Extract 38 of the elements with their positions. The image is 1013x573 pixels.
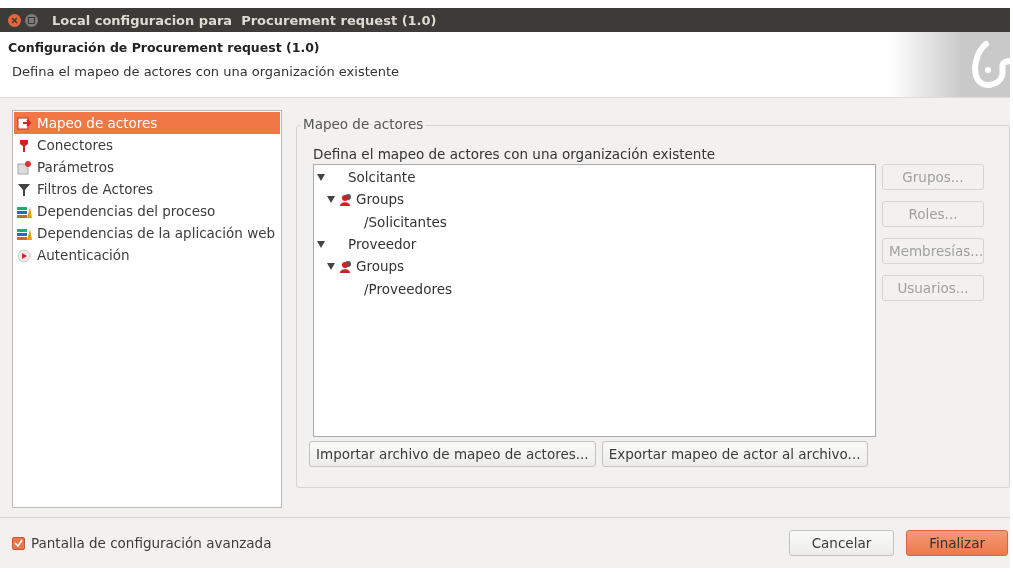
checkbox[interactable] [12, 536, 25, 550]
maximize-button[interactable] [25, 13, 38, 27]
maximize-icon [28, 16, 35, 24]
cancel-button[interactable]: Cancelar [788, 530, 895, 556]
sidebar-item[interactable]: Autenticación [14, 244, 280, 266]
people-icon [339, 258, 354, 274]
tree-item[interactable]: Proveedor [348, 236, 417, 253]
expanded-arrow-icon[interactable] [317, 173, 325, 182]
expanded-arrow-icon[interactable] [327, 195, 335, 204]
sidebar-item[interactable]: Parámetros [14, 156, 280, 178]
people-icon [339, 191, 354, 207]
group-title: Mapeo de actores [301, 116, 426, 132]
document-icon [17, 159, 32, 175]
funnel-icon [17, 181, 32, 197]
tree-item[interactable]: Solcitante [348, 169, 416, 186]
page-description: Defina el mapeo de actores con una organización existente [11, 64, 401, 79]
window-title: Local configuracion para Procurement request (1.0) [52, 12, 437, 28]
tree-item[interactable]: Groups [356, 191, 405, 208]
sidebar-item[interactable]: Conectores [14, 134, 280, 156]
tree-item[interactable]: /Proveedores [364, 280, 452, 297]
close-button[interactable] [8, 13, 21, 27]
play-icon [17, 247, 32, 263]
group-description: Defina el mapeo de actores con una organización existente [313, 146, 716, 162]
checkbox-label: Pantalla de configuración avanzada [31, 535, 272, 551]
tree-item[interactable]: /Solicitantes [364, 213, 447, 230]
check-icon [14, 538, 23, 548]
sidebar-item[interactable]: Dependencias de la aplicación web [14, 222, 280, 244]
expanded-arrow-icon[interactable] [327, 262, 335, 271]
finish-button[interactable]: Finalizar [906, 530, 1008, 556]
action-button[interactable]: Importar archivo de mapeo de actores... [309, 441, 596, 467]
action-button[interactable]: Exportar mapeo de actor al archivo... [601, 441, 868, 467]
page-title: Configuración de Procurement request (1.0) [8, 40, 321, 55]
mapping-icon [17, 115, 32, 131]
tree-item[interactable]: Groups [356, 258, 405, 275]
expanded-arrow-icon[interactable] [317, 240, 325, 249]
sidebar-item[interactable]: Dependencias del proceso [14, 200, 280, 222]
close-icon [11, 16, 18, 24]
sidebar-item[interactable]: Filtros de Actores [14, 178, 280, 200]
